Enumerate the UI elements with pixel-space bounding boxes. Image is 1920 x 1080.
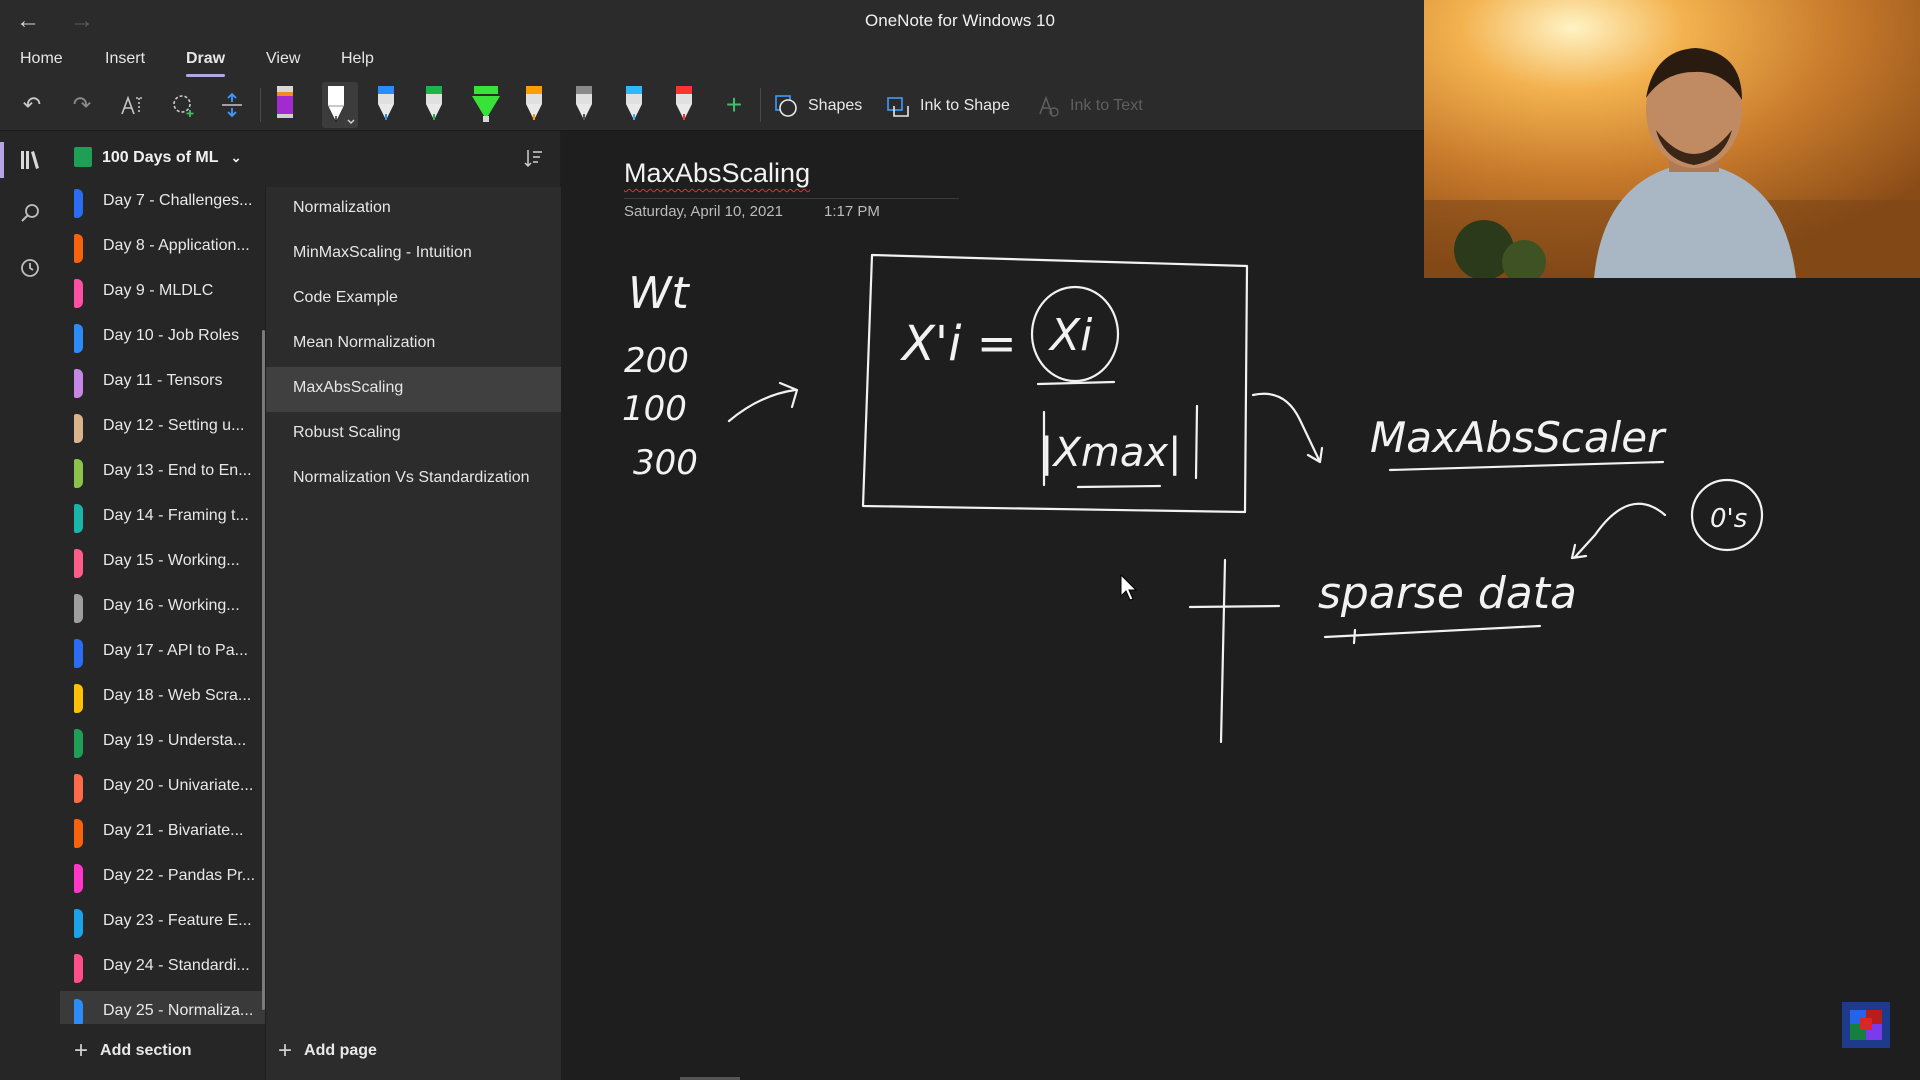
- presenter-video: [1424, 0, 1920, 278]
- fraction-line: [1036, 380, 1116, 386]
- ink-formula-lhs: X'i =: [899, 316, 1017, 372]
- ink-formula-numerator: Xi: [1048, 310, 1093, 361]
- abs-bar-right: [1194, 404, 1199, 480]
- ink-formula-denominator: |Xmax|: [1040, 430, 1182, 476]
- arrow-to-box: [727, 381, 799, 423]
- ink-value-3: 300: [633, 443, 698, 483]
- channel-logo-icon: [1842, 1002, 1890, 1048]
- ink-sparse-data: sparse data: [1318, 568, 1577, 619]
- axis-vertical: [1219, 558, 1227, 744]
- ink-value-1: 200: [624, 341, 689, 381]
- ink-maxabsscaler: MaxAbsScaler: [1370, 413, 1667, 462]
- ink-wt: Wt: [628, 268, 691, 319]
- arrow-from-zeros: [1570, 502, 1667, 560]
- ink-value-2: 100: [622, 389, 687, 429]
- arrow-to-scaler: [1251, 392, 1324, 464]
- sparse-underline: [1323, 624, 1542, 645]
- ink-zeros: 0's: [1710, 504, 1747, 534]
- mouse-cursor-icon: [1120, 573, 1138, 601]
- webcam-overlay: [1424, 0, 1920, 278]
- scaler-underline: [1388, 460, 1665, 472]
- xmax-underline: [1076, 484, 1162, 489]
- axis-horizontal: [1188, 604, 1281, 609]
